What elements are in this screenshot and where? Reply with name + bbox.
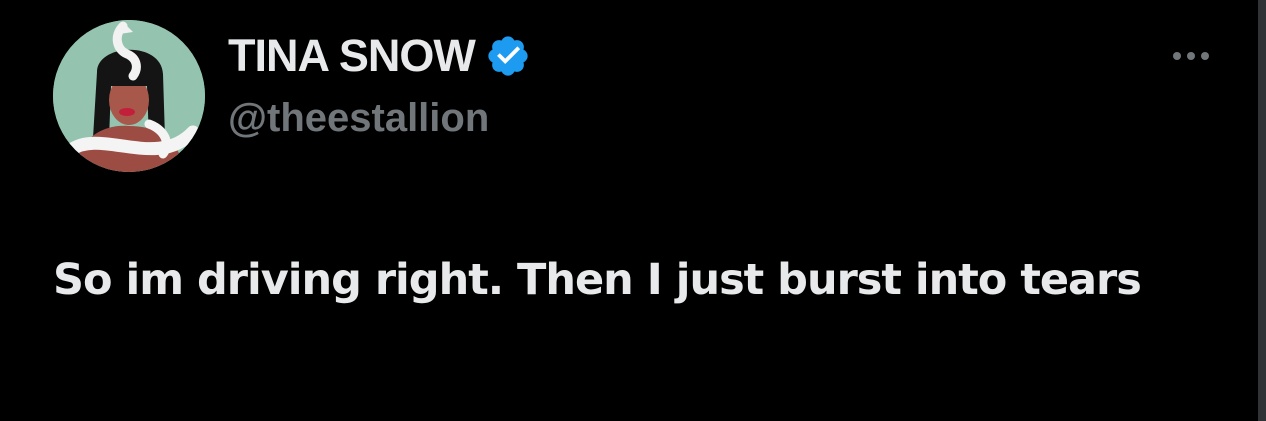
avatar[interactable] [53,20,205,172]
user-handle[interactable]: @theestallion [228,90,489,146]
more-options-icon [1173,52,1181,60]
more-options-icon-dot [1201,52,1209,60]
tweet-text: So im driving right. Then I just burst i… [53,255,1142,305]
display-name[interactable]: TINA SNOW [228,28,476,84]
more-options-icon-dot [1187,52,1195,60]
display-name-row[interactable]: TINA SNOW [228,28,531,84]
avatar-image [53,20,205,172]
scrollbar-track[interactable] [1258,0,1266,421]
tweet-card: TINA SNOW @theestallion So im driving ri… [0,0,1258,421]
verified-badge-icon[interactable] [485,33,531,79]
more-options-button[interactable] [1163,38,1219,74]
